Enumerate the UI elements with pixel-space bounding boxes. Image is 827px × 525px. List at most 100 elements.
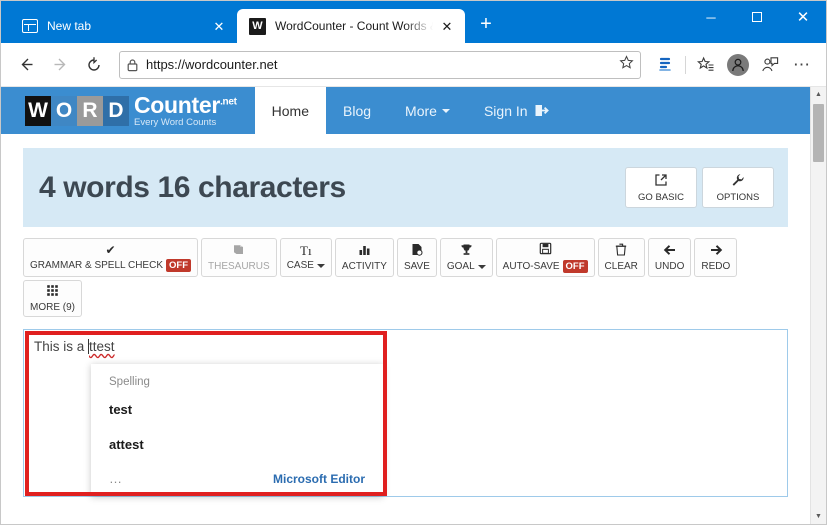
toolbar-label: MORE (9) [30, 302, 75, 313]
page-scrollbar[interactable]: ▲ ▼ [810, 87, 826, 524]
refresh-icon [88, 56, 100, 71]
toolbar-goal[interactable]: GOAL [439, 238, 493, 277]
refresh-button[interactable] [77, 48, 111, 82]
back-button[interactable] [9, 48, 43, 82]
editor-toolbar: ✔ GRAMMAR & SPELL CHECK OFF THESAURUS Tı… [23, 238, 788, 320]
immersive-reader-button[interactable] [649, 49, 681, 81]
minimize-icon: ─ [706, 9, 716, 25]
nav-item-sign-in[interactable]: Sign In [467, 87, 566, 134]
undo-arrow-icon [663, 244, 677, 259]
edge-browser-window: New tab ✕ W WordCounter - Count Words & … [0, 0, 827, 525]
trophy-icon [460, 243, 473, 259]
scrollbar-thumb[interactable] [813, 104, 824, 162]
toolbar-grammar-spell-check[interactable]: ✔ GRAMMAR & SPELL CHECK OFF [23, 238, 198, 277]
tab-strip: New tab ✕ W WordCounter - Count Words & … [1, 1, 501, 43]
tab-new-tab[interactable]: New tab ✕ [9, 9, 237, 43]
logo-letter-o: O [51, 95, 77, 126]
collections-button[interactable] [690, 49, 722, 81]
back-arrow-icon [21, 58, 32, 71]
toolbar-clear[interactable]: CLEAR [597, 238, 645, 277]
spelling-popup-title: Spelling [109, 376, 150, 388]
spelling-suggestion-attest[interactable]: attest [109, 437, 365, 452]
url-bar[interactable]: https://wordcounter.net [119, 50, 641, 79]
editor-area: This is a ttest Spelling test attest … M… [23, 329, 788, 497]
nav-label: More [405, 102, 437, 119]
logo-letter-boxes: W O R D [25, 95, 129, 126]
check-icon: ✔ [105, 243, 116, 257]
scroll-up-arrow-icon[interactable]: ▲ [811, 87, 826, 102]
window-controls: ─ ✕ [688, 1, 826, 33]
redo-arrow-icon [709, 244, 723, 259]
toolbar-label: GOAL [446, 261, 475, 272]
address-bar: https://wordcounter.net ⋯ [1, 43, 826, 87]
star-icon[interactable] [619, 54, 634, 75]
page-viewport: W O R D Counter.net Every Word Counts Ho… [1, 87, 826, 524]
bar-chart-icon [358, 244, 371, 259]
misspelled-word[interactable]: ttest [89, 339, 115, 354]
sign-in-icon [534, 103, 549, 118]
profile-button[interactable] [722, 49, 754, 81]
go-basic-button[interactable]: GO BASIC [625, 167, 697, 208]
nav-item-home[interactable]: Home [254, 87, 327, 134]
feedback-button[interactable] [754, 49, 786, 81]
site-logo[interactable]: W O R D Counter.net Every Word Counts [25, 87, 237, 134]
external-link-icon [632, 173, 690, 190]
logo-tagline: Every Word Counts [134, 116, 217, 128]
toolbar-label: CLEAR [604, 261, 638, 272]
ellipsis-icon: ⋯ [793, 55, 811, 74]
lock-icon [127, 58, 138, 71]
toolbar-label: THESAURUS [208, 261, 270, 272]
logo-letter-r: R [77, 95, 103, 126]
site-nav: Home Blog More Sign In [254, 87, 566, 134]
chevron-down-icon [316, 263, 325, 268]
maximize-button[interactable] [734, 1, 780, 33]
title-bar: New tab ✕ W WordCounter - Count Words & … [1, 1, 826, 43]
tab-title: WordCounter - Count Words & C [275, 19, 433, 33]
toolbar-redo[interactable]: REDO [694, 238, 738, 277]
toolbar-case[interactable]: Tı CASE [279, 238, 332, 277]
close-window-button[interactable]: ✕ [780, 1, 826, 33]
nav-label: Sign In [483, 102, 528, 119]
nav-item-more[interactable]: More [388, 87, 467, 134]
minimize-button[interactable]: ─ [688, 1, 734, 33]
status-badge: OFF [166, 259, 191, 272]
forward-arrow-icon [54, 58, 65, 71]
spelling-popup-footer: … Microsoft Editor [109, 472, 365, 486]
toolbar-label: ACTIVITY [341, 260, 387, 272]
spelling-suggestion-test[interactable]: test [109, 402, 365, 417]
options-button[interactable]: OPTIONS [702, 167, 774, 208]
nav-label: Home [271, 102, 310, 119]
tab-wordcounter[interactable]: W WordCounter - Count Words & C ✕ [237, 9, 465, 43]
microsoft-editor-link[interactable]: Microsoft Editor [273, 472, 365, 486]
more-options-icon[interactable]: … [109, 472, 124, 485]
toolbar-undo[interactable]: UNDO [647, 238, 692, 277]
spelling-suggestion-popup: Spelling test attest … Microsoft Editor [91, 364, 383, 496]
forward-button [43, 48, 77, 82]
toolbar-save[interactable]: SAVE [396, 238, 437, 277]
toolbar-label: AUTO-SAVE [502, 261, 560, 272]
toolbar-more[interactable]: MORE (9) [23, 280, 82, 317]
chevron-down-icon [477, 264, 486, 269]
new-tab-button[interactable]: + [471, 10, 501, 40]
chevron-down-icon [441, 108, 450, 113]
wordcounter-icon: W [249, 17, 266, 35]
logo-counter-text: Counter [134, 91, 221, 118]
scroll-down-arrow-icon[interactable]: ▼ [811, 509, 826, 524]
url-text[interactable]: https://wordcounter.net [146, 57, 619, 72]
close-icon[interactable]: ✕ [437, 16, 457, 36]
logo-tld: .net [220, 96, 237, 108]
text-case-icon: Tı [300, 243, 312, 258]
profile-avatar [727, 53, 749, 76]
nav-label: Blog [343, 102, 372, 119]
toolbar-label: SAVE [403, 261, 430, 272]
close-icon[interactable]: ✕ [209, 16, 229, 36]
go-basic-label: GO BASIC [638, 192, 684, 203]
toolbar-auto-save[interactable]: AUTO-SAVE OFF [495, 238, 595, 277]
save-file-icon [411, 243, 423, 259]
collections-icon [697, 56, 714, 71]
toolbar-activity[interactable]: ACTIVITY [334, 238, 394, 277]
toolbar-thesaurus[interactable]: THESAURUS [201, 238, 277, 277]
settings-and-more-button[interactable]: ⋯ [786, 49, 818, 81]
nav-item-blog[interactable]: Blog [326, 87, 388, 134]
panel-buttons: GO BASIC OPTIONS [625, 167, 774, 208]
